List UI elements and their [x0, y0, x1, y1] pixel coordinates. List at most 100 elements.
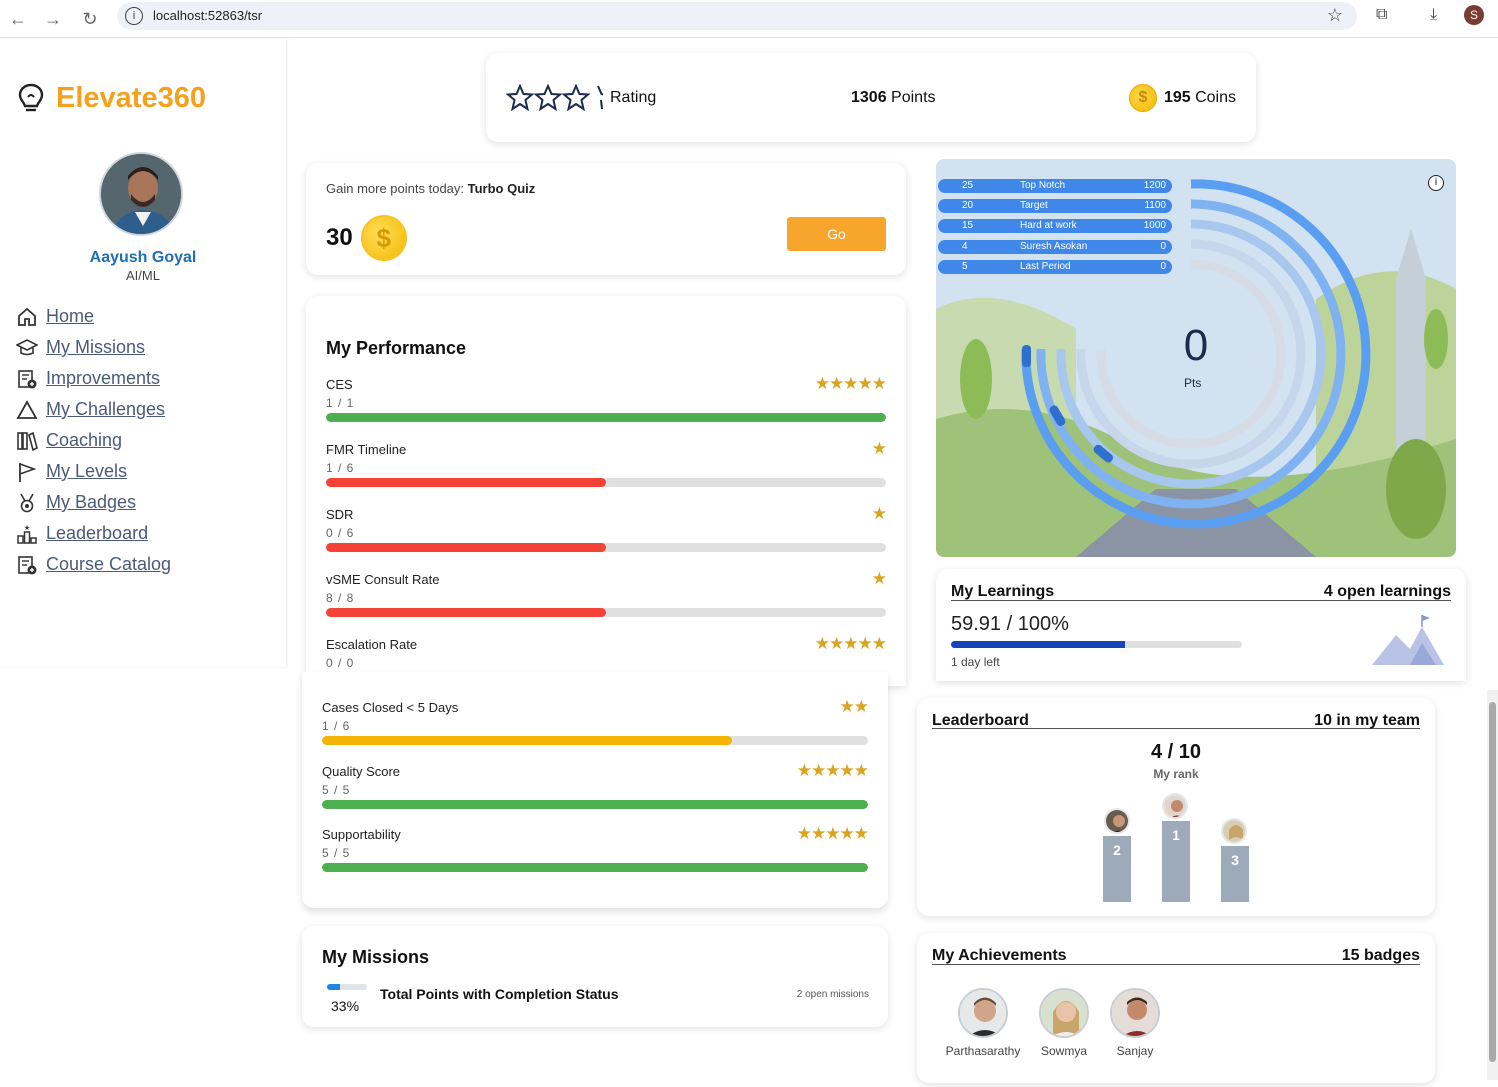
metric-progress-fill [322, 863, 868, 872]
race-points: 0 [1160, 260, 1166, 272]
race-rank: 5 [962, 260, 968, 272]
avatar [958, 988, 1008, 1038]
graduation-cap-icon [16, 338, 38, 355]
metric-name: vSME Consult Rate [326, 572, 440, 587]
metric-name: Supportability [322, 827, 401, 842]
page-scrollbar[interactable] [1487, 690, 1498, 1080]
bookmark-star-icon[interactable]: ☆ [1327, 5, 1343, 26]
rating-stars-icon [506, 84, 604, 112]
sidebar: Elevate360 Aayush Goyal AI/ML Home My Mi… [0, 39, 286, 667]
my-rank-label: My rank [1153, 767, 1199, 781]
go-button[interactable]: Go [787, 217, 886, 251]
leaderboard-team[interactable]: 10 in my team [1314, 712, 1420, 730]
performance-card: My Performance CES 1 / 1 ★★★★★ FMR Timeline… [306, 296, 906, 686]
svg-text:★: ★ [24, 524, 30, 532]
avatar [1110, 988, 1160, 1038]
lightbulb-icon [18, 83, 44, 112]
mission-percent: 33% [331, 998, 360, 1014]
gain-amount: 30 $ [326, 215, 407, 261]
mountain-icon [16, 399, 38, 419]
url-text[interactable]: localhost:52863/tsr [153, 8, 262, 23]
missions-open[interactable]: 2 open missions [797, 989, 869, 1000]
metric-row: SDR 0 / 6 ★ [326, 504, 887, 557]
metric-progress-fill [322, 799, 868, 809]
points-value: 1306 [851, 89, 887, 106]
race-rank: 25 [962, 180, 974, 191]
sidebar-item-home[interactable]: Home [16, 301, 171, 332]
info-icon[interactable]: i [1428, 175, 1444, 191]
metric-progress-fill [326, 478, 606, 487]
achievements-header: My Achievements 15 badges [932, 947, 1420, 965]
scrollbar-thumb[interactable] [1489, 702, 1496, 1062]
metric-progress-bar [322, 736, 868, 745]
catalog-icon [18, 555, 37, 574]
sidebar-item-improvements[interactable]: Improvements [16, 363, 171, 394]
metric-stars-icon: ★★★★★ [814, 634, 887, 653]
learnings-time-left: 1 day left [951, 655, 1000, 669]
race-leader-row: 25 Top Notch 1200 [938, 179, 1172, 193]
avatar [1039, 988, 1089, 1038]
sidebar-item-coaching[interactable]: Coaching [16, 425, 171, 456]
race-name: Last Period [1020, 260, 1071, 272]
podium-2: 2 [1103, 836, 1131, 902]
mission-name[interactable]: Total Points with Completion Status [380, 986, 619, 1002]
medal-icon [20, 493, 34, 512]
app-name: Elevate360 [56, 81, 206, 114]
metric-row: FMR Timeline 1 / 6 ★ [326, 439, 887, 492]
mountain-flag-icon [1372, 615, 1444, 665]
metric-progress-fill [326, 413, 886, 422]
metric-progress-bar [326, 413, 886, 422]
coins-value: 195 [1163, 89, 1191, 106]
learnings-title: My Learnings [951, 583, 1055, 600]
race-leader-row: 15 Hard at work 1000 [938, 219, 1172, 234]
brand: Elevate360 [16, 81, 206, 115]
metric-value: 1 / 6 [322, 719, 351, 733]
achievement-person[interactable]: Sanjay [1090, 988, 1180, 1058]
metric-progress-bar [322, 863, 868, 872]
missions-card: My Missions 33% Total Points with Comple… [302, 926, 888, 1027]
race-name: Top Notch [1020, 180, 1066, 191]
missions-title: My Missions [322, 947, 430, 967]
race-rank: 4 [962, 240, 968, 252]
learnings-open[interactable]: 4 open learnings [1324, 583, 1451, 601]
my-rank-value: 4 / 10 [1150, 741, 1202, 763]
metric-name: Cases Closed < 5 Days [322, 700, 459, 715]
sidebar-item-leaderboard[interactable]: ★ Leaderboard [16, 518, 171, 549]
points-label: Points [891, 89, 936, 106]
race-points: 0 [1160, 240, 1166, 252]
metric-row: Supportability 5 / 5 ★★★★★ [322, 824, 869, 877]
profile-avatar[interactable]: S [1464, 5, 1484, 25]
site-info-icon[interactable]: i [125, 7, 143, 25]
sidebar-menu: Home My Missions Improvements My Challen… [16, 301, 171, 580]
metric-name: Escalation Rate [326, 637, 418, 652]
metric-value: 0 / 6 [326, 526, 355, 540]
achievement-person[interactable]: Parthasarathy [938, 988, 1028, 1058]
back-icon[interactable]: ← [5, 6, 31, 32]
achievements-badges[interactable]: 15 badges [1342, 947, 1420, 965]
metric-progress-fill [326, 608, 606, 617]
sidebar-item-my-badges[interactable]: My Badges [16, 487, 171, 518]
reload-icon[interactable]: ↻ [77, 6, 103, 32]
points-display: 1306 Points [851, 89, 936, 107]
avatar [1162, 793, 1188, 819]
sidebar-item-my-challenges[interactable]: My Challenges [16, 394, 171, 425]
sidebar-item-course-catalog[interactable]: Course Catalog [16, 549, 171, 580]
metric-value: 1 / 6 [326, 461, 355, 475]
extensions-icon[interactable]: ⧉ [1376, 6, 1387, 24]
sidebar-item-my-levels[interactable]: My Levels [16, 456, 171, 487]
forward-icon[interactable]: → [40, 6, 66, 32]
sidebar-item-my-missions[interactable]: My Missions [16, 332, 171, 363]
browser-toolbar: ← → ↻ i localhost:52863/tsr ☆ ⧉ ⤓ S [0, 0, 1498, 38]
catalog-icon [18, 369, 37, 388]
address-bar[interactable]: i localhost:52863/tsr ☆ [117, 2, 1357, 30]
performance-card-continued: Cases Closed < 5 Days 1 / 6 ★★ Quality Scor… [302, 672, 888, 908]
podium-1: 1 [1162, 821, 1190, 902]
rating: Rating [506, 84, 656, 112]
coins-display: $ 195 Coins [1128, 84, 1236, 112]
flag-icon [19, 462, 37, 482]
quiz-name: Turbo Quiz [467, 181, 536, 196]
metric-progress-bar [326, 543, 886, 552]
avatar [1221, 818, 1247, 844]
download-icon[interactable]: ⤓ [1430, 6, 1437, 24]
race-rank: 15 [962, 220, 974, 232]
